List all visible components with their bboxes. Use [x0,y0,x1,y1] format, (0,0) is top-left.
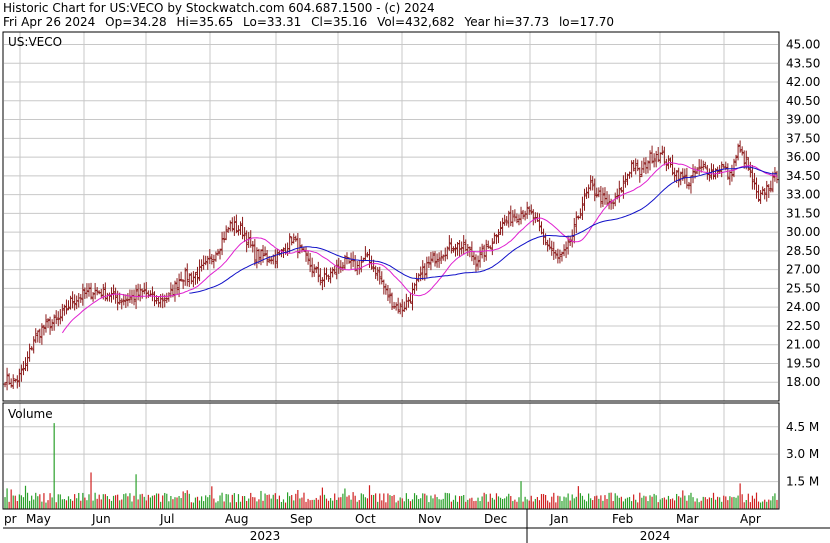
high-label: Hi=35.65 [176,15,234,29]
stock-chart: 45.00 43.50 42.00 40.50 39.00 37.50 36.00 34.50… [2,31,830,543]
month-label: Apr [740,512,761,526]
price-tick-label: 42.00 [786,75,820,89]
price-tick-label: 34.50 [786,169,820,183]
price-tick-label: 30.00 [786,225,820,239]
month-label: Dec [484,512,507,526]
volume-tick-label: 3.0 M [786,447,819,461]
month-label: Jan [549,512,569,526]
ohlc-bars [3,140,779,391]
price-tick-label: 19.50 [786,356,820,370]
price-tick-label: 28.50 [786,244,820,258]
month-label: Nov [418,512,441,526]
month-label: Aug [225,512,248,526]
close-label: Cl=35.16 [311,15,368,29]
month-label: Jul [159,512,174,526]
price-tick-label: 31.50 [786,206,820,220]
month-label: Feb [612,512,633,526]
price-tick-label: 40.50 [786,94,820,108]
month-label: Sep [290,512,313,526]
volume-label: Volume [8,407,53,421]
month-label: Oct [355,512,376,526]
price-tick-label: 18.00 [786,375,820,389]
year-label: 2023 [250,529,281,543]
price-tick-label: 22.50 [786,319,820,333]
low-label: Lo=33.31 [243,15,302,29]
volume-total-label: Vol=432,682 [377,15,455,29]
year-low-label: lo=17.70 [558,15,615,29]
year-label: 2024 [640,529,671,543]
date-label: Fri Apr 26 2024 [3,15,96,29]
month-label: pr [4,512,17,526]
open-label: Op=34.28 [105,15,167,29]
price-tick-label: 25.50 [786,281,820,295]
volume-panel-frame [2,402,780,510]
price-tick-label: 24.00 [786,300,820,314]
price-tick-label: 39.00 [786,113,820,127]
price-tick-label: 36.00 [786,150,820,164]
month-label: May [26,512,51,526]
symbol-label: US:VECO [8,35,62,49]
chart-title: Historic Chart for US:VECO by Stockwatch… [3,1,435,15]
price-tick-label: 27.00 [786,263,820,277]
volume-tick-label: 4.5 M [786,420,819,434]
price-tick-label: 45.00 [786,38,820,52]
price-tick-label: 37.50 [786,131,820,145]
price-tick-label: 21.00 [786,338,820,352]
year-high-label: Year hi=37.73 [464,15,550,29]
volume-tick-label: 1.5 M [786,475,819,489]
volume-bars [4,423,778,509]
price-tick-label: 43.50 [786,56,820,70]
price-tick-label: 33.00 [786,188,820,202]
month-label: Mar [676,512,699,526]
month-label: Jun [91,512,111,526]
ohlc-summary: Fri Apr 26 2024 Op=34.28 Hi=35.65 Lo=33.… [3,15,620,29]
price-panel-frame [2,31,780,402]
